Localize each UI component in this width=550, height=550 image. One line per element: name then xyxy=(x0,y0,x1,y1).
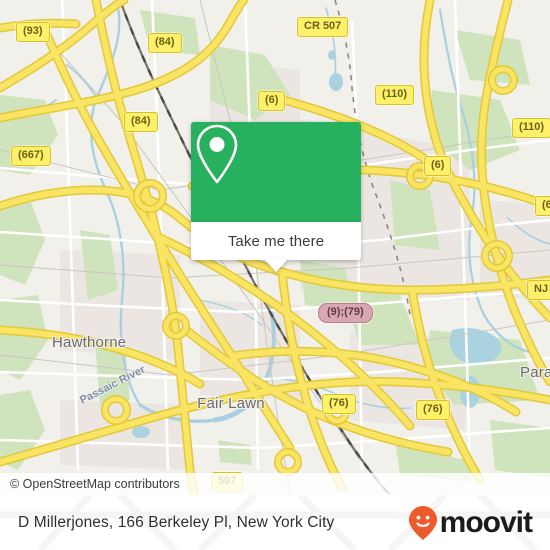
route-shield-9-79[interactable]: (9);(79) xyxy=(318,303,373,323)
map-canvas[interactable]: Hawthorne Fair Lawn Para Passaic River (… xyxy=(0,0,550,495)
route-shield-76-a[interactable]: (76) xyxy=(322,394,356,414)
route-shield-76-b[interactable]: (76) xyxy=(416,400,450,420)
route-shield-93[interactable]: (93) xyxy=(16,22,50,42)
callout-pointer xyxy=(264,259,288,272)
moovit-wordmark: moovit xyxy=(439,505,533,539)
bottom-info-bar: D Millerjones, 166 Berkeley Pl, New York… xyxy=(0,495,550,550)
route-shield-nj-2[interactable]: NJ 2 xyxy=(527,280,550,300)
callout-action-area[interactable]: Take me there xyxy=(191,222,361,272)
map-attribution-bar: © OpenStreetMap contributors xyxy=(0,473,550,495)
destination-address: D Millerjones, 166 Berkeley Pl, New York… xyxy=(18,513,335,531)
route-shield-84-a[interactable]: (84) xyxy=(148,33,182,53)
route-shield-110-b[interactable]: (110) xyxy=(512,118,550,138)
take-me-there-label: Take me there xyxy=(227,232,325,250)
moovit-map-screen: Hawthorne Fair Lawn Para Passaic River (… xyxy=(0,0,550,550)
route-shield-84-b[interactable]: (84) xyxy=(124,112,158,132)
moovit-logo[interactable]: moovit xyxy=(408,505,533,541)
route-shield-cr-507[interactable]: CR 507 xyxy=(297,17,349,37)
route-shield-110-a[interactable]: (110) xyxy=(375,85,415,105)
route-shield-6-b[interactable]: (6) xyxy=(424,156,452,176)
osm-attribution-text[interactable]: © OpenStreetMap contributors xyxy=(0,477,180,491)
destination-callout[interactable]: Take me there xyxy=(191,122,361,272)
moovit-pin-icon xyxy=(408,505,437,540)
map-pin-icon xyxy=(196,124,238,184)
route-shield-667[interactable]: (667) xyxy=(11,146,51,166)
route-shield-6-a[interactable]: (6) xyxy=(258,91,286,111)
route-shield-6-c[interactable]: (6) xyxy=(535,196,550,216)
callout-image-area xyxy=(191,122,361,222)
